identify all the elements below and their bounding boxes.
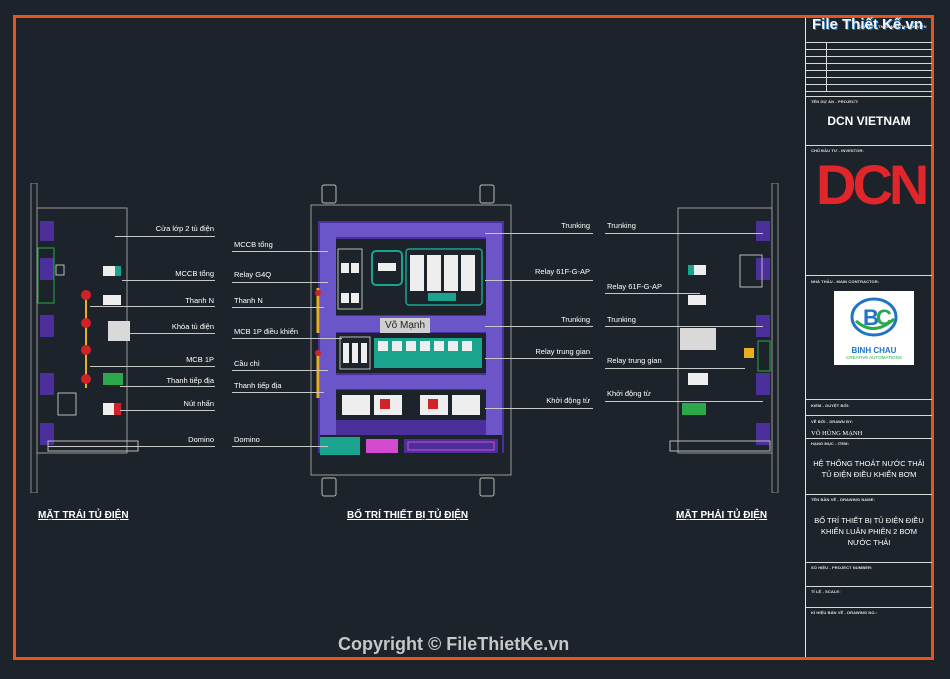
category-label: HẠNG MỤC - ITEM: <box>811 441 850 446</box>
right-side-view-drawing <box>669 183 779 493</box>
center-nameplate: Võ Mạnh <box>380 318 430 333</box>
left-label-button: Nút nhấn <box>183 399 214 408</box>
left-label-domino: Domino <box>188 435 214 444</box>
right-label-contactor: Khởi động từ <box>607 389 651 398</box>
drawing-no-label: SỐ HIỆU - PROJECT NUMBER: <box>811 565 873 570</box>
center-label-mcb-ctrl: MCB 1P điều khiển <box>234 327 299 336</box>
center-label-contactor: Khởi động từ <box>546 396 590 405</box>
binh-chau-logo: B C BINH CHAU CREATIVE AUTOMATIONS <box>834 291 914 365</box>
category: HỆ THỐNG THOÁT NƯỚC THẢI TỦ ĐIỆN ĐIỀU KH… <box>813 459 925 479</box>
left-label-neutral: Thanh N <box>185 296 214 305</box>
center-label-relay-mid: Relay trung gian <box>535 347 590 356</box>
drawing-title-label: TÊN BẢN VẼ - DRAWING NAME: <box>811 497 875 502</box>
right-label-trunking-mid: Trunking <box>607 315 636 324</box>
center-label-g4q: Relay G4Q <box>234 270 272 279</box>
left-label-mcb: MCB 1P <box>186 355 214 364</box>
sheet-label: KÍ HIỆU BẢN VẼ - DRAWING NO.: <box>811 610 878 615</box>
right-label-61f: Relay 61F-G-AP <box>607 282 663 291</box>
binh-chau-name: BINH CHAU <box>851 346 897 355</box>
drawn-by: VÕ HÙNG MẠNH <box>811 430 863 437</box>
binh-chau-emblem-icon: B C <box>850 297 898 337</box>
center-label-domino: Domino <box>234 435 260 444</box>
project-name: DCN VIETNAM <box>827 114 911 128</box>
center-label-fuse: Cầu chì <box>234 359 260 368</box>
small-header: CÔNG TY TNHH MỘT THÀNH VIÊN <box>858 24 927 29</box>
title-block: CÔNG TY TNHH MỘT THÀNH VIÊN TÊN DỰ ÁN - … <box>805 18 932 657</box>
project-label: TÊN DỰ ÁN - PROJECT: <box>811 99 859 104</box>
center-view-title: BỐ TRÍ THIẾT BỊ TỦ ĐIỆN <box>347 510 469 521</box>
scale-label: TỈ LỆ - SCALE: <box>811 589 841 594</box>
left-label-mccb: MCCB tổng <box>175 269 214 278</box>
left-label-ground: Thanh tiếp địa <box>166 376 214 385</box>
binh-chau-tagline: CREATIVE AUTOMATIONS <box>846 355 902 360</box>
svg-text:C: C <box>876 305 892 330</box>
right-view-title: MẶT PHẢI TỦ ĐIỆN <box>676 510 768 521</box>
checked-label: KIỂM - DUYỆT BỞI: <box>811 403 850 408</box>
center-cabinet-drawing <box>310 184 512 497</box>
right-label-relay-mid: Relay trung gian <box>607 356 662 365</box>
left-label-door: Cửa lớp 2 tủ điện <box>155 224 214 233</box>
right-label-trunking-top: Trunking <box>607 221 636 230</box>
center-label-61f: Relay 61F-G-AP <box>534 267 590 276</box>
left-view-title: MẶT TRÁI TỦ ĐIỆN <box>38 510 129 521</box>
watermark-bottom: Copyright © FileThietKe.vn <box>338 634 570 654</box>
dcn-logo: DCN <box>816 153 929 216</box>
center-label-neutral: Thanh N <box>234 296 263 305</box>
dcn-logo-text: DCN <box>816 153 929 216</box>
center-label-trunking-top: Trunking <box>561 221 590 230</box>
center-label-mccb: MCCB tổng <box>234 240 273 249</box>
center-label-ground: Thanh tiếp địa <box>234 381 282 390</box>
center-label-trunking-mid: Trunking <box>561 315 590 324</box>
drawn-label: VẼ BỞI - DRAWN BY: <box>811 419 854 424</box>
drawing-title: BỐ TRÍ THIẾT BỊ TỦ ĐIỆN ĐIỀU KHIỂN LUÂN … <box>814 516 924 547</box>
left-label-lock: Khóa tủ điện <box>171 322 214 331</box>
contractor-label: NHÀ THẦU - MAIN CONTRACTOR: <box>811 279 880 284</box>
